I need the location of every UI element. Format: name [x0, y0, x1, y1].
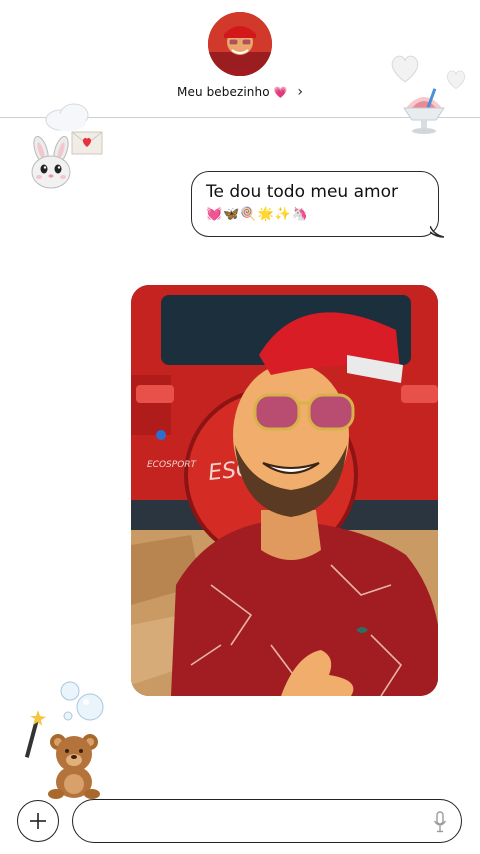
- heart-emoji: 💗: [273, 85, 288, 99]
- microphone-icon[interactable]: [433, 811, 447, 833]
- svg-text:ECOSPORT: ECOSPORT: [147, 460, 198, 470]
- shaved-ice-sticker: [403, 88, 445, 134]
- contact-avatar[interactable]: [208, 12, 272, 76]
- message-input[interactable]: [89, 810, 409, 832]
- white-heart-sticker: [391, 55, 419, 83]
- contact-name: Meu bebezinho: [177, 85, 270, 99]
- message-text: Te dou todo meu amor: [206, 182, 398, 202]
- message-bubble[interactable]: Te dou todo meu amor 💓🦋🍭🌟✨🦄: [191, 171, 439, 237]
- bubble-tail: [430, 226, 444, 238]
- avatar-image: [208, 12, 272, 76]
- plus-icon: [30, 813, 46, 829]
- cartoon-portrait-image: ESCAPE ECOSPORT: [131, 285, 438, 696]
- add-attachment-button[interactable]: [17, 800, 59, 842]
- bunny-sticker: [31, 136, 71, 189]
- bubbles-sticker: [60, 681, 104, 721]
- teddy-bear-sticker: [48, 734, 100, 799]
- photo-message[interactable]: ESCAPE ECOSPORT: [131, 285, 438, 696]
- chevron-right-icon: ›: [297, 84, 303, 100]
- message-emoji-line: 💓🦋🍭🌟✨🦄: [206, 207, 310, 222]
- message-composer: [72, 799, 462, 843]
